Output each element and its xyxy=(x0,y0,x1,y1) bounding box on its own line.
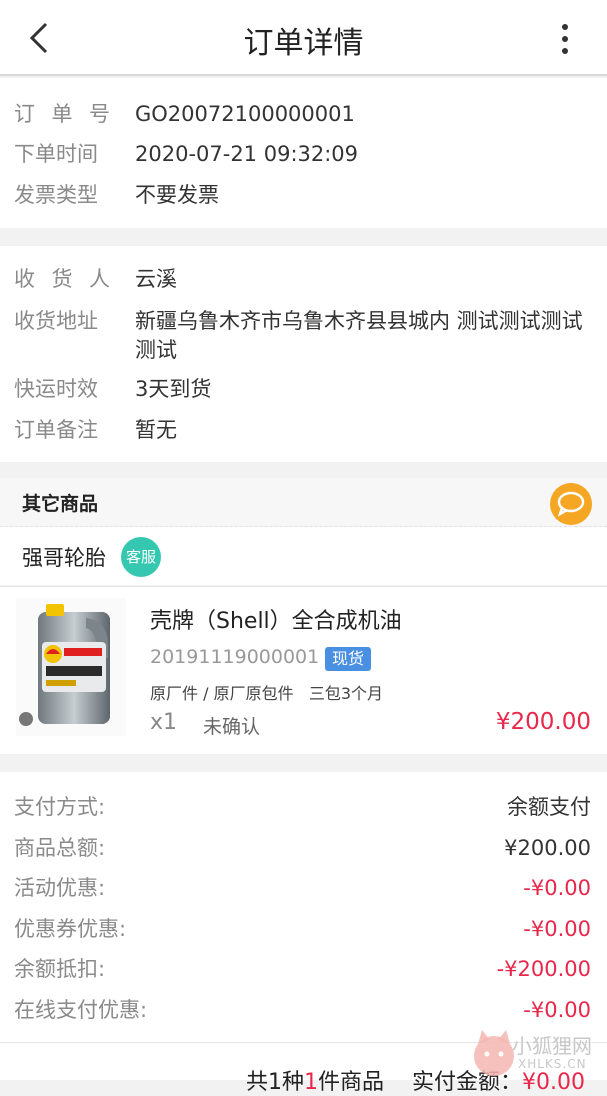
more-options-icon[interactable] xyxy=(559,22,571,56)
balance-deduction-value: -¥200.00 xyxy=(496,957,591,981)
payment-row: 在线支付优惠: -¥0.00 xyxy=(0,992,607,1028)
delivery-value: 3天到货 xyxy=(135,377,212,401)
payment-row: 支付方式: 余额支付 xyxy=(0,789,607,825)
divider xyxy=(0,586,607,587)
summary-count: 1 xyxy=(304,1070,318,1095)
payment-row: 商品总额: ¥200.00 xyxy=(0,830,607,866)
remark-value: 暂无 xyxy=(135,418,177,442)
activity-discount-value: -¥0.00 xyxy=(523,876,591,900)
nav-bar: 订单详情 xyxy=(0,0,607,76)
order-info-section: 订单号 GO20072100000001 下单时间 2020-07-21 09:… xyxy=(0,78,607,228)
dashed-divider xyxy=(0,526,607,527)
shop-row: 强哥轮胎 xyxy=(0,527,607,585)
order-time-label: 下单时间 xyxy=(14,142,98,166)
goods-section-header: 其它商品 xyxy=(0,478,607,526)
shop-name: 强哥轮胎 xyxy=(22,546,106,570)
goods-section-title: 其它商品 xyxy=(22,493,99,515)
coupon-discount-value: -¥0.00 xyxy=(523,917,591,941)
product-quantity: x1 xyxy=(150,710,178,735)
order-time-row: 下单时间 2020-07-21 09:32:09 xyxy=(0,136,607,172)
oil-bottle-image xyxy=(38,604,110,724)
online-pay-discount-value: -¥0.00 xyxy=(523,998,591,1022)
invoice-row: 发票类型 不要发票 xyxy=(0,177,607,213)
shipping-section: 收货人 云溪 收货地址 新疆乌鲁木齐市乌鲁木齐县县城内 测试测试测试测试 快运时… xyxy=(0,246,607,462)
receiver-value: 云溪 xyxy=(135,267,177,291)
coupon-discount-label: 优惠券优惠: xyxy=(14,917,127,941)
receiver-label: 收货人 xyxy=(14,267,110,291)
invoice-value: 不要发票 xyxy=(135,183,219,207)
delivery-row: 快运时效 3天到货 xyxy=(0,371,607,407)
activity-discount-label: 活动优惠: xyxy=(14,876,106,900)
order-no-value: GO20072100000001 xyxy=(135,102,355,126)
stock-badge: 现货 xyxy=(325,647,372,671)
product-attributes: 原厂件 / 原厂原包件 三包3个月 xyxy=(150,684,384,703)
payment-method-label: 支付方式: xyxy=(14,795,106,819)
chat-bubble-icon xyxy=(557,491,585,517)
goods-total-value: ¥200.00 xyxy=(504,836,591,860)
order-no-label: 订单号 xyxy=(14,102,110,126)
remark-label: 订单备注 xyxy=(14,418,98,442)
page-title: 订单详情 xyxy=(243,26,364,61)
payment-row: 优惠券优惠: -¥0.00 xyxy=(0,911,607,947)
address-row: 收货地址 新疆乌鲁木齐市乌鲁木齐县县城内 测试测试测试测试 xyxy=(0,303,607,367)
payment-row: 活动优惠: -¥0.00 xyxy=(0,870,607,906)
goods-total-label: 商品总额: xyxy=(14,836,106,860)
invoice-label: 发票类型 xyxy=(14,183,98,207)
delivery-label: 快运时效 xyxy=(14,377,98,401)
customer-service-tag[interactable]: 客服 xyxy=(121,537,161,577)
chat-button[interactable] xyxy=(550,483,592,525)
product-price: ¥200.00 xyxy=(495,709,591,735)
product-code: 20191119000001 xyxy=(150,646,320,668)
watermark-text-en: XHLKS.CN xyxy=(518,1057,587,1071)
receiver-row: 收货人 云溪 xyxy=(0,261,607,297)
balance-deduction-label: 余额抵扣: xyxy=(14,957,106,981)
address-label: 收货地址 xyxy=(14,309,98,333)
payment-method-value: 余额支付 xyxy=(507,795,591,819)
address-value: 新疆乌鲁木齐市乌鲁木齐县县城内 测试测试测试测试 xyxy=(135,309,583,362)
product-status: 未确认 xyxy=(203,716,261,738)
payment-row: 余额抵扣: -¥200.00 xyxy=(0,951,607,987)
product-thumbnail[interactable] xyxy=(16,598,126,736)
remark-row: 订单备注 暂无 xyxy=(0,412,607,448)
payment-section: 支付方式: 余额支付 商品总额: ¥200.00 活动优惠: -¥0.00 优惠… xyxy=(0,772,607,1042)
watermark-text-cn: 小狐狸网 xyxy=(512,1034,592,1058)
summary-prefix: 共1种 xyxy=(246,1070,304,1095)
play-icon xyxy=(19,712,33,726)
product-name[interactable]: 壳牌（Shell）全合成机油 xyxy=(150,603,402,635)
order-time-value: 2020-07-21 09:32:09 xyxy=(135,142,359,166)
online-pay-discount-label: 在线支付优惠: xyxy=(14,998,148,1022)
order-no-row: 订单号 GO20072100000001 xyxy=(0,96,607,132)
